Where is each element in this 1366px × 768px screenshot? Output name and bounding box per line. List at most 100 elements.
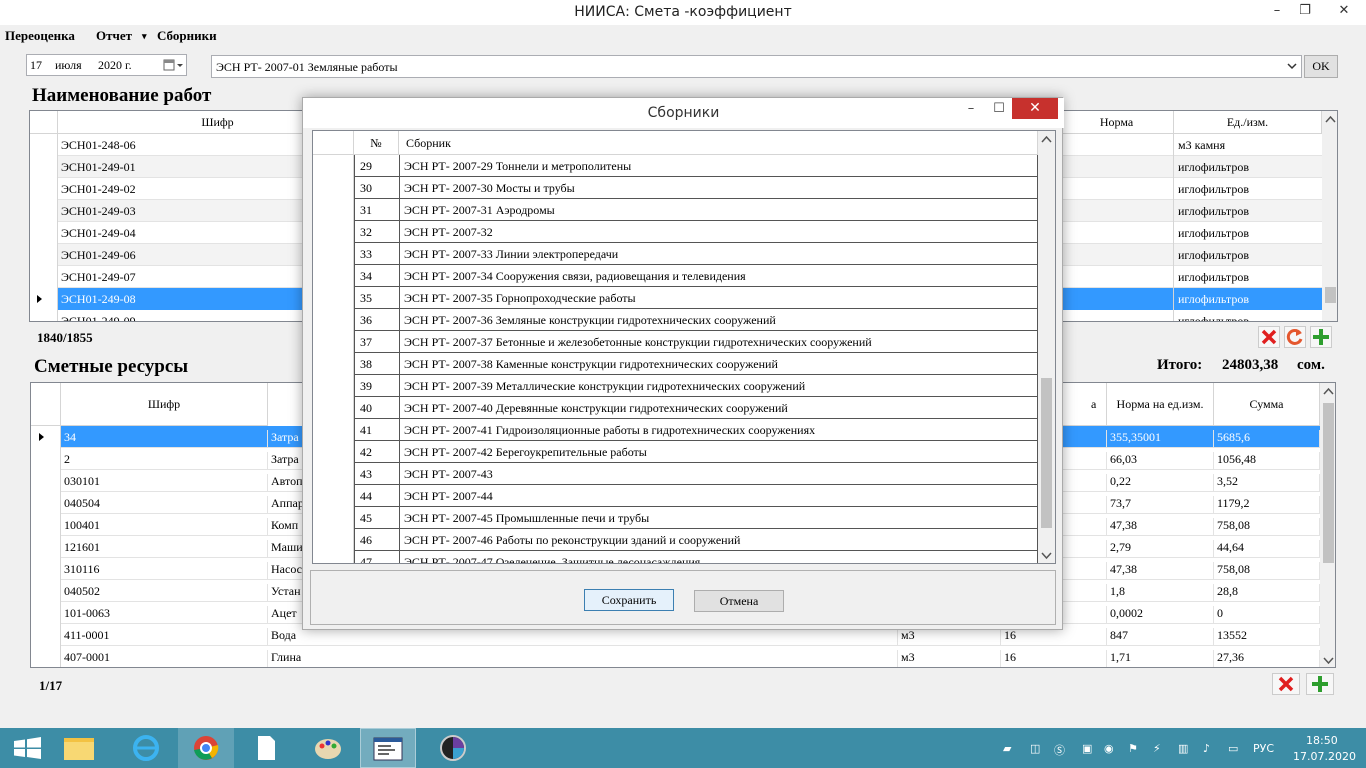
col-norm-per-unit[interactable]: Норма на ед.изм. bbox=[1107, 383, 1214, 426]
tray-browser-icon[interactable]: ◉ bbox=[1104, 742, 1114, 755]
row-header[interactable] bbox=[30, 222, 58, 244]
row-header[interactable] bbox=[313, 375, 354, 397]
row-header[interactable] bbox=[31, 624, 61, 646]
table-row[interactable]: 407-0001 Глина м3 16 1,71 27,36 bbox=[31, 646, 1320, 667]
cell-norm[interactable]: 847 bbox=[1107, 628, 1214, 646]
cell-unit[interactable]: м3 bbox=[898, 628, 1001, 646]
cell-norm[interactable]: 0,22 bbox=[1107, 474, 1214, 492]
clock-time[interactable]: 18:50 bbox=[1306, 734, 1338, 747]
cell-name[interactable]: Глина bbox=[268, 650, 898, 667]
cell-unit[interactable]: иглофильтров bbox=[1175, 314, 1323, 321]
list-item[interactable]: 40 ЭСН РТ- 2007-40 Деревянные конструкции… bbox=[354, 397, 1038, 419]
list-item[interactable]: 29 ЭСН РТ- 2007-29 Тоннели и метрополитен… bbox=[354, 155, 1038, 177]
cell-norm[interactable]: 1,8 bbox=[1107, 584, 1214, 602]
cell-norm[interactable]: 355,35001 bbox=[1107, 430, 1214, 448]
row-header[interactable] bbox=[30, 200, 58, 222]
date-picker[interactable]: 17 июля 2020 г. bbox=[26, 54, 187, 76]
cell-code[interactable]: 121601 bbox=[61, 540, 268, 558]
row-header[interactable] bbox=[31, 646, 61, 667]
row-header[interactable] bbox=[313, 463, 354, 485]
row-header[interactable] bbox=[30, 310, 58, 321]
chrome-icon[interactable] bbox=[178, 728, 234, 768]
cell-code[interactable]: 030101 bbox=[61, 474, 268, 492]
list-item[interactable]: 33 ЭСН РТ- 2007-33 Линии электропередачи bbox=[354, 243, 1038, 265]
paint-icon[interactable] bbox=[300, 728, 356, 768]
row-header[interactable] bbox=[313, 353, 354, 375]
dialog-scrollbar[interactable] bbox=[1038, 131, 1055, 563]
delete-icon[interactable] bbox=[1272, 673, 1300, 695]
cell-sum[interactable]: 0 bbox=[1214, 606, 1320, 624]
cell-sum[interactable]: 758,08 bbox=[1214, 518, 1320, 536]
list-item[interactable]: 38 ЭСН РТ- 2007-38 Каменные конструкции г… bbox=[354, 353, 1038, 375]
cell-unit[interactable]: м3 bbox=[898, 650, 1001, 667]
ok-button[interactable]: OK bbox=[1304, 55, 1338, 78]
cell-qty[interactable]: 16 bbox=[1001, 650, 1107, 667]
row-header[interactable] bbox=[31, 536, 61, 558]
start-button[interactable] bbox=[0, 728, 56, 768]
language-indicator[interactable]: РУС bbox=[1253, 742, 1274, 755]
row-header[interactable] bbox=[313, 243, 354, 265]
col-code[interactable]: Шифр bbox=[61, 383, 268, 426]
row-header[interactable] bbox=[30, 244, 58, 266]
cell-code[interactable]: 310116 bbox=[61, 562, 268, 580]
row-header[interactable] bbox=[31, 580, 61, 602]
row-header[interactable] bbox=[313, 485, 354, 507]
row-header[interactable] bbox=[313, 551, 354, 563]
row-header[interactable] bbox=[313, 441, 354, 463]
row-header[interactable] bbox=[31, 602, 61, 624]
tray-skype-icon[interactable]: Ⓢ bbox=[1054, 742, 1065, 758]
app-icon[interactable] bbox=[425, 728, 481, 768]
cell-code[interactable]: 34 bbox=[61, 430, 268, 448]
cell-code[interactable]: 411-0001 bbox=[61, 628, 268, 646]
col-unit[interactable]: Ед./изм. bbox=[1174, 111, 1322, 134]
cell-sum[interactable]: 13552 bbox=[1214, 628, 1320, 646]
row-header[interactable] bbox=[31, 470, 61, 492]
row-header[interactable] bbox=[313, 309, 354, 331]
cell-name[interactable]: Вода bbox=[268, 628, 898, 646]
list-item[interactable]: 34 ЭСН РТ- 2007-34 Сооружения связи, ради… bbox=[354, 265, 1038, 287]
cell-norm[interactable]: 73,7 bbox=[1107, 496, 1214, 514]
row-header[interactable] bbox=[313, 397, 354, 419]
delete-icon[interactable] bbox=[1258, 326, 1280, 348]
cell-code[interactable]: 040502 bbox=[61, 584, 268, 602]
tray-monitor-icon[interactable]: ▣ bbox=[1082, 742, 1092, 755]
cancel-button[interactable]: Отмена bbox=[694, 590, 784, 612]
cell-code[interactable]: 101-0063 bbox=[61, 606, 268, 624]
cell-unit[interactable]: иглофильтров bbox=[1175, 226, 1323, 241]
cell-unit[interactable]: иглофильтров bbox=[1175, 160, 1323, 175]
file-explorer-icon[interactable] bbox=[52, 728, 108, 768]
refresh-icon[interactable] bbox=[1284, 326, 1306, 348]
row-header[interactable] bbox=[313, 419, 354, 441]
app-window-icon[interactable] bbox=[360, 728, 416, 768]
maximize-button[interactable]: ❐ bbox=[1290, 0, 1320, 22]
cell-unit[interactable]: иглофильтров bbox=[1175, 270, 1323, 285]
close-button[interactable]: ✕ bbox=[1324, 0, 1364, 22]
cell-sum[interactable]: 1056,48 bbox=[1214, 452, 1320, 470]
list-item[interactable]: 41 ЭСН РТ- 2007-41 Гидроизоляционные рабо… bbox=[354, 419, 1038, 441]
list-item[interactable]: 32 ЭСН РТ- 2007-32 bbox=[354, 221, 1038, 243]
row-header[interactable] bbox=[313, 177, 354, 199]
cell-unit[interactable]: иглофильтров bbox=[1175, 292, 1323, 307]
menu-report[interactable]: Отчет bbox=[96, 28, 132, 44]
list-item[interactable]: 42 ЭСН РТ- 2007-42 Берегоукрепительные ра… bbox=[354, 441, 1038, 463]
volume-icon[interactable]: ♪ bbox=[1203, 742, 1210, 755]
calendar-icon[interactable] bbox=[162, 57, 184, 77]
cell-norm[interactable]: 66,03 bbox=[1107, 452, 1214, 470]
row-header[interactable] bbox=[30, 178, 58, 200]
col-collection[interactable]: Сборник bbox=[399, 131, 1038, 155]
cell-norm[interactable]: 47,38 bbox=[1107, 518, 1214, 536]
list-item[interactable]: 44 ЭСН РТ- 2007-44 bbox=[354, 485, 1038, 507]
tray-network-icon[interactable]: ◫ bbox=[1030, 742, 1040, 755]
row-header[interactable] bbox=[313, 265, 354, 287]
cell-sum[interactable]: 27,36 bbox=[1214, 650, 1320, 667]
flag-icon[interactable]: ⚑ bbox=[1128, 742, 1138, 755]
row-header[interactable] bbox=[313, 287, 354, 309]
cell-code[interactable]: 040504 bbox=[61, 496, 268, 514]
cell-sum[interactable]: 1179,2 bbox=[1214, 496, 1320, 514]
col-norm[interactable]: Норма bbox=[1060, 111, 1174, 134]
collection-select[interactable]: ЭСН РТ- 2007-01 Земляные работы bbox=[211, 55, 1302, 78]
cell-code[interactable]: 407-0001 bbox=[61, 650, 268, 667]
list-item[interactable]: 47 ЭСН РТ- 2007-47 Озеленение. Защитные л… bbox=[354, 551, 1038, 563]
row-header[interactable] bbox=[313, 507, 354, 529]
cell-unit[interactable]: иглофильтров bbox=[1175, 248, 1323, 263]
